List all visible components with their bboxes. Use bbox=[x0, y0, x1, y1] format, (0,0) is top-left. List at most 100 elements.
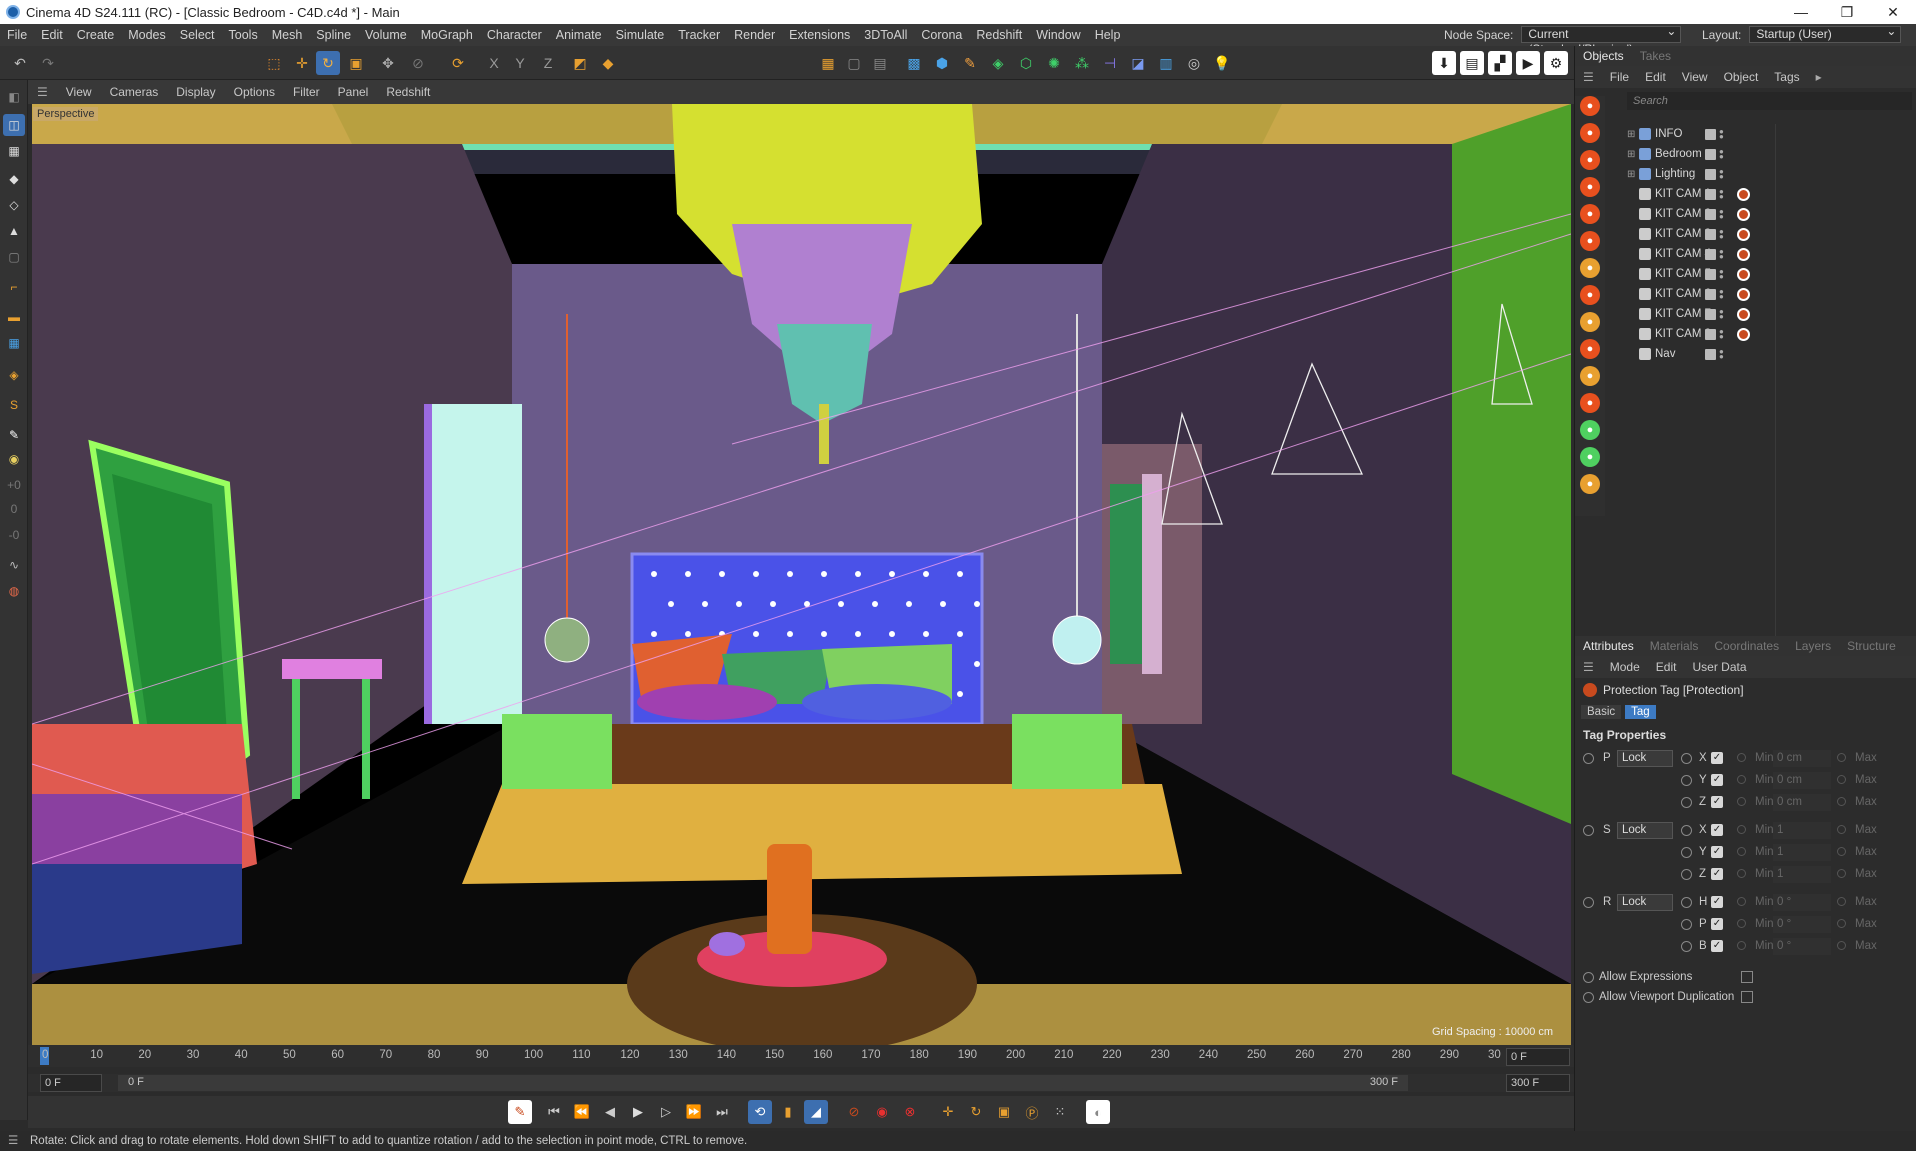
editor-visibility-check[interactable] bbox=[1705, 128, 1716, 140]
menu-extensions[interactable]: Extensions bbox=[782, 28, 857, 42]
render-view-icon[interactable]: ▢ bbox=[842, 51, 866, 75]
min-value-field[interactable]: 0 ° bbox=[1773, 916, 1831, 933]
axis-anim-radio[interactable] bbox=[1681, 753, 1692, 764]
cloner-icon[interactable]: ✺ bbox=[1042, 51, 1066, 75]
expand-icon[interactable]: ⊞ bbox=[1627, 149, 1639, 160]
lock-mode-dropdown[interactable]: Lock bbox=[1617, 822, 1673, 839]
axis-checkbox[interactable]: ✓ bbox=[1711, 868, 1723, 880]
protection-tag-icon[interactable] bbox=[1737, 247, 1750, 261]
sub-icon[interactable]: -0 bbox=[3, 524, 25, 546]
render-active-view-icon[interactable]: ▶ bbox=[1516, 51, 1540, 75]
camera-tag-icon[interactable]: ● bbox=[1580, 96, 1600, 116]
axis-checkbox[interactable]: ✓ bbox=[1711, 796, 1723, 808]
viewport-menu-cameras[interactable]: Cameras bbox=[101, 85, 168, 99]
axis-anim-radio[interactable] bbox=[1681, 919, 1692, 930]
live-selection-icon[interactable]: ⬚ bbox=[262, 51, 286, 75]
menu-window[interactable]: Window bbox=[1029, 28, 1087, 42]
make-editable-icon[interactable]: ◧ bbox=[3, 86, 25, 108]
z-axis-icon[interactable]: Z bbox=[536, 51, 560, 75]
viewport-hamburger-icon[interactable]: ☰ bbox=[28, 85, 57, 99]
menu-redshift[interactable]: Redshift bbox=[969, 28, 1029, 42]
object-row[interactable]: KIT CAM 8 ● ● bbox=[1627, 324, 1916, 344]
undo-icon[interactable]: ↶ bbox=[8, 51, 32, 75]
pen-icon[interactable]: ✎ bbox=[958, 51, 982, 75]
min-anim-radio[interactable] bbox=[1737, 869, 1746, 878]
floor-icon[interactable]: ▥ bbox=[1154, 51, 1178, 75]
lamp-tag-icon[interactable]: ● bbox=[1580, 258, 1600, 278]
group-tag-icon[interactable]: ● bbox=[1580, 447, 1600, 467]
object-name[interactable]: KIT CAM 2 bbox=[1655, 208, 1711, 220]
field-icon[interactable]: ◪ bbox=[1126, 51, 1150, 75]
axis-anim-radio[interactable] bbox=[1681, 941, 1692, 952]
preview-range-slider[interactable]: 0 F 300 F bbox=[118, 1075, 1408, 1091]
sun-tag-icon[interactable]: ● bbox=[1580, 312, 1600, 332]
menu-help[interactable]: Help bbox=[1088, 28, 1128, 42]
min-value-field[interactable]: 1 bbox=[1773, 844, 1831, 861]
sky-tag-icon[interactable]: ● bbox=[1580, 285, 1600, 305]
menu-spline[interactable]: Spline bbox=[309, 28, 358, 42]
uv-mode-icon[interactable]: ▢ bbox=[3, 246, 25, 268]
object-name[interactable]: INFO bbox=[1655, 128, 1682, 140]
axis-checkbox[interactable]: ✓ bbox=[1711, 940, 1723, 952]
min-value-field[interactable]: 0 cm bbox=[1773, 794, 1831, 811]
editor-visibility-check[interactable] bbox=[1705, 328, 1716, 340]
material-tag-icon[interactable]: ● bbox=[1580, 150, 1600, 170]
editor-visibility-check[interactable] bbox=[1705, 308, 1716, 320]
light-tag-icon[interactable]: ● bbox=[1580, 123, 1600, 143]
menu-character[interactable]: Character bbox=[480, 28, 549, 42]
viewport-menu-view[interactable]: View bbox=[57, 85, 101, 99]
object-row[interactable]: KIT CAM 3 ● ● bbox=[1627, 224, 1916, 244]
axis-checkbox[interactable]: ✓ bbox=[1711, 752, 1723, 764]
allow-viewport-duplication-checkbox[interactable] bbox=[1741, 991, 1753, 1003]
editor-visibility-check[interactable] bbox=[1705, 168, 1716, 180]
render-to-viewer-icon[interactable]: ▞ bbox=[1488, 51, 1512, 75]
protection-tag-icon[interactable] bbox=[1737, 307, 1750, 321]
expand-icon[interactable]: ⊞ bbox=[1627, 169, 1639, 180]
object-manager-hamburger-icon[interactable]: ☰ bbox=[1575, 70, 1602, 84]
axis-anim-radio[interactable] bbox=[1681, 869, 1692, 880]
axis-anim-radio[interactable] bbox=[1681, 775, 1692, 786]
axis-anim-radio[interactable] bbox=[1681, 825, 1692, 836]
menu-simulate[interactable]: Simulate bbox=[609, 28, 672, 42]
close-button[interactable]: ✕ bbox=[1870, 0, 1916, 24]
visibility-dots-icon[interactable]: ● ● bbox=[1719, 127, 1725, 140]
go-to-start-icon[interactable]: ⏮ bbox=[542, 1100, 566, 1124]
min-anim-radio[interactable] bbox=[1737, 847, 1746, 856]
layer-tag-icon[interactable]: ● bbox=[1580, 420, 1600, 440]
edit-render-settings-icon[interactable]: ▤ bbox=[1460, 51, 1484, 75]
scale-key-icon[interactable]: ▣ bbox=[992, 1100, 1016, 1124]
object-name[interactable]: KIT CAM 5 bbox=[1655, 268, 1711, 280]
point-level-animation-icon[interactable]: ⁙ bbox=[1048, 1100, 1072, 1124]
tab-coordinates[interactable]: Coordinates bbox=[1706, 639, 1787, 653]
menu-mograph[interactable]: MoGraph bbox=[414, 28, 480, 42]
tab-attributes[interactable]: Attributes bbox=[1575, 639, 1642, 653]
min-anim-radio[interactable] bbox=[1737, 825, 1746, 834]
node-space-dropdown[interactable]: Current (Standard/Physical) bbox=[1521, 24, 1682, 56]
min-anim-radio[interactable] bbox=[1737, 775, 1746, 784]
protection-tag-icon[interactable] bbox=[1737, 207, 1750, 221]
axis-checkbox[interactable]: ✓ bbox=[1711, 918, 1723, 930]
keyframe-selection-icon[interactable]: ⊗ bbox=[898, 1100, 922, 1124]
rotate-icon[interactable]: ↻ bbox=[316, 51, 340, 75]
object-row[interactable]: Nav ● ● bbox=[1627, 344, 1916, 364]
protection-tag-icon[interactable] bbox=[1737, 187, 1750, 201]
menu-corona[interactable]: Corona bbox=[914, 28, 969, 42]
object-row[interactable]: ⊞ Bedroom ● ● bbox=[1627, 144, 1916, 164]
max-anim-radio[interactable] bbox=[1837, 919, 1846, 928]
visibility-dots-icon[interactable]: ● ● bbox=[1719, 287, 1725, 300]
subtab-tag[interactable]: Tag bbox=[1625, 705, 1656, 719]
workplane-icon[interactable]: ▬ bbox=[3, 306, 25, 328]
object-name[interactable]: Bedroom bbox=[1655, 148, 1702, 160]
object-name[interactable]: Lighting bbox=[1655, 168, 1695, 180]
viewport-menu-display[interactable]: Display bbox=[167, 85, 224, 99]
attribute-menu-user-data[interactable]: User Data bbox=[1684, 660, 1754, 674]
tab-takes[interactable]: Takes bbox=[1632, 49, 1679, 63]
layout-dropdown[interactable]: Startup (User) bbox=[1749, 24, 1902, 43]
object-row[interactable]: KIT CAM 2 ● ● bbox=[1627, 204, 1916, 224]
min-value-field[interactable]: 0 ° bbox=[1773, 938, 1831, 955]
object-menu-edit[interactable]: Edit bbox=[1637, 70, 1674, 84]
symmetry-icon[interactable]: S bbox=[3, 394, 25, 416]
object-row[interactable]: ⊞ INFO ● ● bbox=[1627, 124, 1916, 144]
subtab-basic[interactable]: Basic bbox=[1581, 705, 1622, 719]
scale-tool-icon[interactable]: ⊘ bbox=[406, 51, 430, 75]
